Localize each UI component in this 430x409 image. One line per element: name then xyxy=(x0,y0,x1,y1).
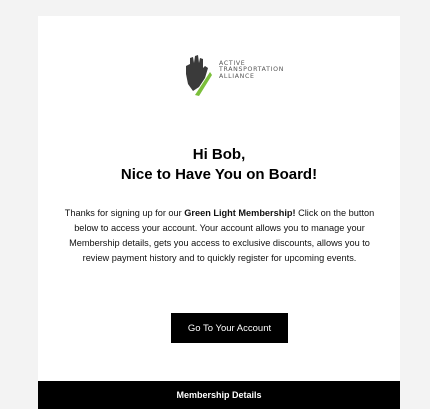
message-intro: Thanks for signing up for our xyxy=(64,208,185,218)
email-card: ACTIVE TRANSPORTATION ALLIANCE Hi Bob, N… xyxy=(38,16,400,409)
greeting-name: Hi Bob, xyxy=(192,146,246,163)
page-title: Nice to Have You on Board! xyxy=(120,166,318,183)
membership-details-header: Membership Details xyxy=(38,381,400,409)
raised-hand-logo-icon xyxy=(183,54,213,96)
welcome-message: Thanks for signing up for our Green Ligh… xyxy=(64,206,375,266)
logo-line: ALLIANCE xyxy=(219,72,255,80)
go-to-account-button[interactable]: Go To Your Account xyxy=(171,313,288,343)
logo-wordmark: ACTIVE TRANSPORTATION ALLIANCE xyxy=(219,60,284,80)
membership-name: Green Light Membership! xyxy=(184,208,296,218)
organization-logo: ACTIVE TRANSPORTATION ALLIANCE xyxy=(183,54,284,96)
